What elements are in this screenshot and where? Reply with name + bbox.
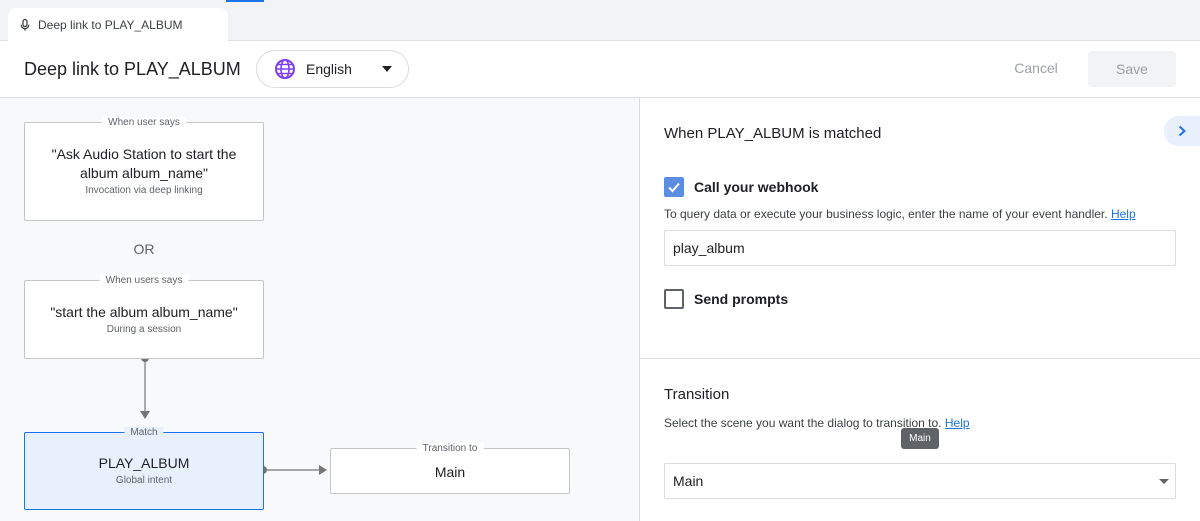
node-subtitle: During a session — [106, 324, 182, 335]
mic-icon — [18, 18, 32, 32]
prompts-checkbox[interactable] — [664, 289, 684, 309]
node-caption: Transition to — [416, 443, 484, 454]
flow-canvas: When user says "Ask Audio Station to sta… — [0, 98, 640, 521]
transition-scene-select[interactable]: Main — [664, 463, 1176, 499]
node-phrase: "start the album album_name" — [50, 304, 238, 320]
save-button[interactable]: Save — [1088, 51, 1176, 87]
arrow-down-icon — [140, 411, 150, 419]
transition-section-title: Transition — [664, 386, 730, 403]
tab-title: Deep link to PLAY_ALBUM — [38, 17, 183, 32]
node-caption: When user says — [102, 117, 186, 128]
chevron-down-icon — [1159, 479, 1169, 484]
chevron-down-icon — [382, 66, 392, 72]
node-subtitle: Global intent — [115, 475, 173, 486]
cancel-button[interactable]: Cancel — [1000, 50, 1072, 86]
tooltip: Main — [901, 428, 939, 449]
language-selected: English — [306, 61, 352, 77]
transition-scene: Main — [434, 464, 466, 480]
event-handler-input[interactable]: play_album — [664, 230, 1176, 266]
event-handler-value: play_album — [673, 240, 745, 256]
intent-name: PLAY_ALBUM — [98, 455, 190, 471]
session-trigger-node[interactable]: When users says "start the album album_n… — [24, 275, 264, 359]
arrow-right-icon — [319, 465, 327, 475]
webhook-help-link[interactable]: Help — [1111, 207, 1136, 221]
webhook-help-text: To query data or execute your business l… — [664, 207, 1136, 221]
prompts-checkbox-row[interactable]: Send prompts — [664, 289, 788, 309]
transition-scene-value: Main — [673, 473, 704, 489]
section-divider — [640, 358, 1200, 359]
webhook-label: Call your webhook — [694, 179, 819, 195]
page-title: Deep link to PLAY_ALBUM — [24, 59, 241, 79]
globe-icon — [274, 58, 296, 80]
tab-deep-link[interactable]: Deep link to PLAY_ALBUM — [8, 8, 228, 41]
matched-section-title: When PLAY_ALBUM is matched — [664, 125, 882, 142]
webhook-checkbox-row[interactable]: Call your webhook — [664, 177, 818, 197]
prompts-label: Send prompts — [694, 291, 789, 307]
webhook-help-description: To query data or execute your business l… — [664, 207, 1108, 221]
expand-panel-button[interactable] — [1164, 116, 1200, 146]
node-caption: When users says — [99, 275, 189, 286]
node-phrase: "Ask Audio Station to start the album al… — [51, 146, 237, 181]
webhook-checkbox[interactable] — [664, 177, 684, 197]
checkmark-icon — [668, 182, 680, 193]
chevron-right-icon — [1178, 125, 1186, 137]
tab-accent-line — [226, 0, 264, 2]
detail-panel: When PLAY_ALBUM is matched Call your web… — [640, 98, 1200, 521]
tab-strip: Deep link to PLAY_ALBUM — [0, 0, 1200, 41]
transition-node[interactable]: Transition to Main — [330, 443, 570, 494]
page-header: Deep link to PLAY_ALBUM English Cancel S… — [0, 41, 1200, 98]
transition-help-description: Select the scene you want the dialog to … — [664, 416, 942, 430]
match-intent-node[interactable]: Match PLAY_ALBUM Global intent — [24, 427, 264, 510]
language-select[interactable]: English — [256, 50, 409, 88]
deep-link-trigger-node[interactable]: When user says "Ask Audio Station to sta… — [24, 117, 264, 221]
node-subtitle: Invocation via deep linking — [85, 185, 203, 196]
or-label: OR — [133, 241, 155, 257]
transition-help-link[interactable]: Help — [945, 416, 970, 430]
node-caption: Match — [124, 427, 164, 438]
